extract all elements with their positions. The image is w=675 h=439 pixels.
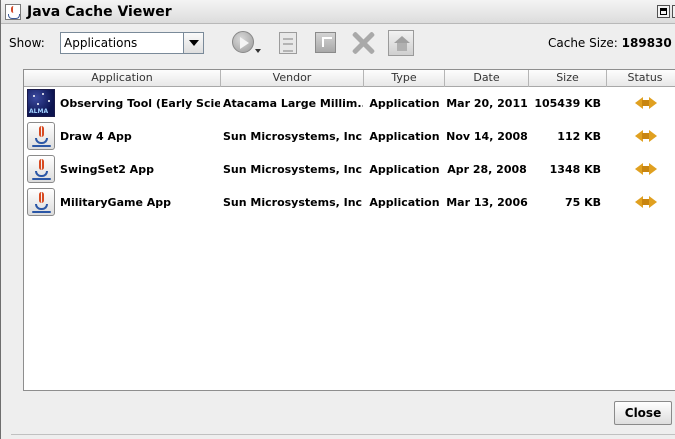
- java-steam: [39, 192, 44, 203]
- cell-date: Mar 20, 2011: [446, 97, 528, 110]
- dropdown-arrow-icon: [255, 49, 261, 53]
- cell-status: [607, 120, 675, 153]
- cell-type: Application: [369, 130, 440, 143]
- cell-vendor: Sun Microsystems, Inc.: [223, 163, 363, 176]
- cell-size: 112 KB: [557, 130, 601, 143]
- cell-application: Observing Tool (Early Scie...: [60, 97, 220, 110]
- cell-application: Draw 4 App: [60, 130, 132, 143]
- star: [48, 100, 50, 102]
- online-status-icon: [634, 196, 657, 208]
- run-button[interactable]: [230, 28, 261, 58]
- cell-type: Application: [369, 196, 440, 209]
- column-header-size[interactable]: Size: [529, 70, 607, 87]
- column-header-application[interactable]: Application: [24, 70, 221, 87]
- cell-type: Application: [369, 97, 440, 110]
- online-status-icon: [634, 97, 657, 109]
- cell-vendor: Sun Microsystems, Inc.: [223, 196, 363, 209]
- column-header-type[interactable]: Type: [364, 70, 445, 87]
- cell-application: MilitaryGame App: [60, 196, 171, 209]
- cell-date: Nov 14, 2008: [446, 130, 528, 143]
- home-icon: [388, 30, 414, 56]
- java-icon: [27, 122, 55, 150]
- java-app-icon: [5, 4, 21, 20]
- cache-size: Cache Size: 189830 KB: [548, 36, 675, 50]
- shortcut-icon: [315, 32, 336, 53]
- table-row[interactable]: ALMA Observing Tool (Early Scie... Ataca…: [24, 87, 675, 120]
- table-header: Application Vendor Type Date Size Status: [24, 70, 675, 87]
- star: [42, 93, 44, 95]
- cache-size-value: 189830 KB: [621, 36, 675, 50]
- cell-application: SwingSet2 App: [60, 163, 154, 176]
- cell-vendor: Atacama Large Millim...: [223, 97, 363, 110]
- show-label: Show:: [9, 36, 45, 50]
- bottom-divider: [11, 434, 675, 435]
- cache-size-label: Cache Size:: [548, 36, 618, 50]
- applications-table[interactable]: Application Vendor Type Date Size Status…: [23, 69, 675, 391]
- toolbar: Show: Applications Cache Size: 189830: [1, 24, 675, 62]
- status-arrow-right: [648, 163, 657, 175]
- home-wall: [397, 43, 407, 51]
- java-steam: [39, 159, 44, 170]
- cell-size: 75 KB: [564, 196, 601, 209]
- status-arrow-right: [648, 97, 657, 109]
- column-header-vendor[interactable]: Vendor: [221, 70, 364, 87]
- java-icon: [27, 188, 55, 216]
- home-roof: [394, 36, 410, 43]
- java-cup: [35, 138, 48, 144]
- cell-status: [607, 153, 675, 186]
- column-header-status[interactable]: Status: [607, 70, 675, 87]
- star: [33, 95, 35, 97]
- online-status-icon: [634, 163, 657, 175]
- java-steam: [39, 126, 44, 137]
- show-filter-value: Applications: [64, 36, 138, 50]
- status-arrow-right: [648, 196, 657, 208]
- java-plate: [32, 145, 51, 147]
- cell-type: Application: [369, 163, 440, 176]
- show-jnlp-button[interactable]: [274, 28, 304, 58]
- alma-icon: ALMA: [27, 89, 55, 117]
- cell-size: 105439 KB: [534, 97, 601, 110]
- maximize-icon[interactable]: [657, 5, 670, 18]
- cell-status: [607, 87, 675, 120]
- cell-date: Apr 28, 2008: [447, 163, 527, 176]
- install-shortcut-button[interactable]: [311, 28, 341, 58]
- online-status-icon: [634, 130, 657, 142]
- table-row[interactable]: SwingSet2 App Sun Microsystems, Inc. App…: [24, 153, 675, 186]
- title-bar[interactable]: Java Cache Viewer: [1, 0, 675, 24]
- java-plate: [32, 211, 51, 213]
- cell-date: Mar 13, 2006: [446, 196, 528, 209]
- close-button[interactable]: Close: [614, 401, 672, 425]
- java-plate: [32, 178, 51, 180]
- cell-status: [607, 186, 675, 219]
- cell-vendor: Sun Microsystems, Inc.: [223, 130, 363, 143]
- star: [37, 103, 39, 105]
- show-filter-dropdown[interactable]: Applications: [60, 32, 204, 54]
- window-title: Java Cache Viewer: [27, 4, 172, 20]
- java-cup: [35, 171, 48, 177]
- column-header-date[interactable]: Date: [445, 70, 529, 87]
- java-cache-viewer-window: Java Cache Viewer Show: Applications Cac…: [0, 0, 675, 439]
- delete-button[interactable]: [348, 28, 378, 58]
- home-page-button[interactable]: [386, 28, 416, 58]
- cell-size: 1348 KB: [549, 163, 601, 176]
- java-icon: [27, 155, 55, 183]
- document-icon: [279, 32, 297, 54]
- table-row[interactable]: MilitaryGame App Sun Microsystems, Inc. …: [24, 186, 675, 219]
- status-arrow-right: [648, 130, 657, 142]
- alma-logo-text: ALMA: [29, 108, 49, 115]
- java-cup: [35, 204, 48, 210]
- table-row[interactable]: Draw 4 App Sun Microsystems, Inc. Applic…: [24, 120, 675, 153]
- play-icon: [232, 31, 254, 53]
- chevron-down-icon[interactable]: [183, 33, 203, 53]
